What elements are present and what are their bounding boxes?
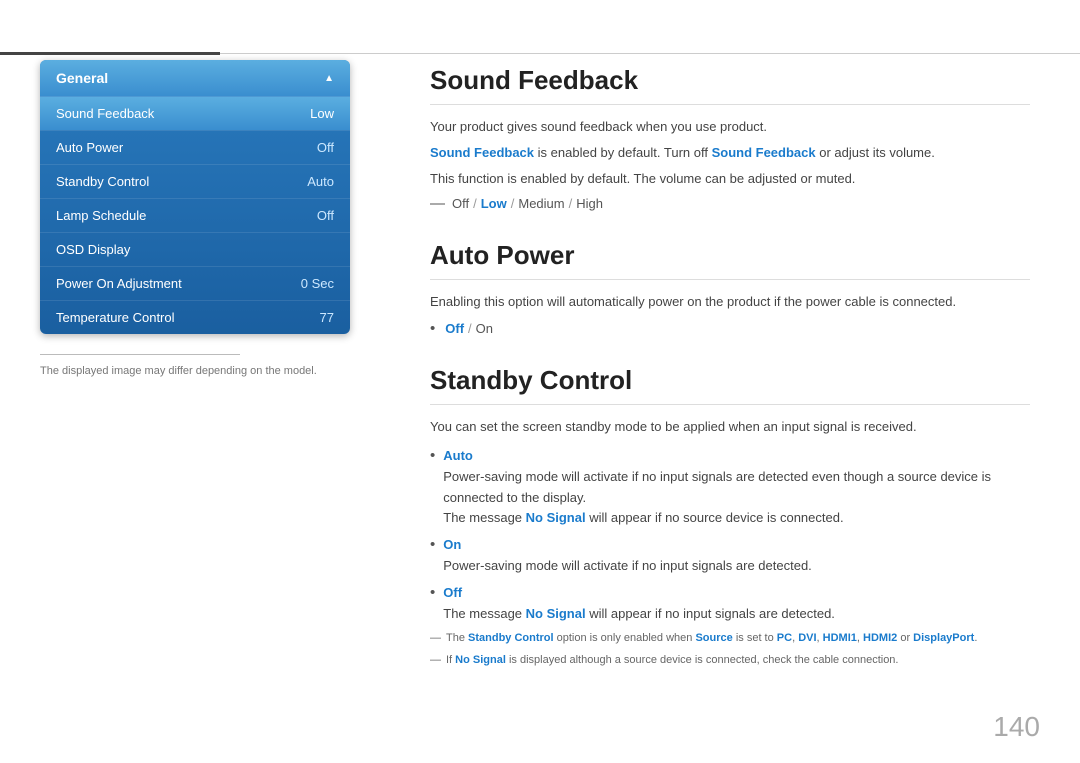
sf-opt-medium: Medium bbox=[518, 196, 564, 211]
menu-item-value-2: Auto bbox=[307, 174, 334, 189]
menu-item-power-on-adjustment[interactable]: Power On Adjustment 0 Sec bbox=[40, 266, 350, 300]
sc-note-dvi: DVI bbox=[798, 632, 816, 644]
section-standby-control: Standby Control You can set the screen s… bbox=[430, 365, 1030, 668]
sf-dash: — bbox=[430, 195, 445, 212]
sc-note-hdmi1: HDMI1 bbox=[823, 632, 857, 644]
ap-para-1: Enabling this option will automatically … bbox=[430, 292, 1030, 313]
sf-highlight-2: Sound Feedback bbox=[712, 145, 816, 160]
menu-item-value-5: 0 Sec bbox=[301, 276, 334, 291]
sc-note-source: Source bbox=[695, 632, 732, 644]
sc-on-label: On bbox=[443, 537, 461, 552]
sc-bullets: • Auto Power-saving mode will activate i… bbox=[430, 446, 1030, 624]
top-bar-light bbox=[220, 53, 1080, 54]
section-title-auto-power: Auto Power bbox=[430, 240, 1030, 280]
sf-para-2: Sound Feedback is enabled by default. Tu… bbox=[430, 143, 1030, 164]
sf-opt-high: High bbox=[576, 196, 603, 211]
menu-item-value-3: Off bbox=[317, 208, 334, 223]
right-panel: Sound Feedback Your product gives sound … bbox=[380, 0, 1080, 763]
menu-item-auto-power[interactable]: Auto Power Off bbox=[40, 130, 350, 164]
sc-note-2: — If No Signal is displayed although a s… bbox=[430, 652, 1030, 669]
menu-item-label-2: Standby Control bbox=[56, 174, 149, 189]
left-divider bbox=[40, 354, 240, 355]
sc-note-standby: Standby Control bbox=[468, 632, 554, 644]
sc-bullet-content-auto: Auto Power-saving mode will activate if … bbox=[443, 446, 1030, 529]
top-bar bbox=[0, 52, 1080, 54]
menu-header-arrow: ▲ bbox=[324, 73, 334, 84]
section-title-sound-feedback: Sound Feedback bbox=[430, 65, 1030, 105]
menu-item-lamp-schedule[interactable]: Lamp Schedule Off bbox=[40, 198, 350, 232]
sc-note-hdmi2: HDMI2 bbox=[863, 632, 897, 644]
menu-item-label-1: Auto Power bbox=[56, 140, 123, 155]
sc-auto-label: Auto bbox=[443, 448, 473, 463]
menu-item-sound-feedback[interactable]: Sound Feedback Low bbox=[40, 96, 350, 130]
sc-note-1: — The Standby Control option is only ena… bbox=[430, 630, 1030, 647]
section-sound-feedback: Sound Feedback Your product gives sound … bbox=[430, 65, 1030, 212]
menu-item-label-3: Lamp Schedule bbox=[56, 208, 146, 223]
section-title-standby-control: Standby Control bbox=[430, 365, 1030, 405]
ap-options: • Off / On bbox=[430, 319, 1030, 337]
page-number: 140 bbox=[993, 711, 1040, 743]
sc-note-displayport: DisplayPort bbox=[913, 632, 974, 644]
left-note: The displayed image may differ depending… bbox=[40, 365, 350, 377]
sc-bullet-auto: • Auto Power-saving mode will activate i… bbox=[430, 446, 1030, 529]
menu-item-value-0: Low bbox=[310, 106, 334, 121]
ap-bullet: • bbox=[430, 320, 435, 337]
sc-note-dash-2: — bbox=[430, 652, 441, 669]
sc-note-pc: PC bbox=[777, 632, 792, 644]
menu-item-label-5: Power On Adjustment bbox=[56, 276, 182, 291]
sc-bullet-dot-on: • bbox=[430, 536, 435, 553]
menu-item-label-0: Sound Feedback bbox=[56, 106, 154, 121]
menu-item-value-6: 77 bbox=[320, 310, 334, 325]
sf-para-3: This function is enabled by default. The… bbox=[430, 169, 1030, 190]
ap-opt-off: Off bbox=[445, 321, 464, 336]
menu-item-osd-display[interactable]: OSD Display bbox=[40, 232, 350, 266]
left-panel: General ▲ Sound Feedback Low Auto Power … bbox=[0, 0, 380, 763]
top-bar-dark bbox=[0, 52, 220, 55]
page-container: General ▲ Sound Feedback Low Auto Power … bbox=[0, 0, 1080, 763]
menu-container: General ▲ Sound Feedback Low Auto Power … bbox=[40, 60, 350, 334]
sc-bullet-on: • On Power-saving mode will activate if … bbox=[430, 535, 1030, 577]
sf-highlight-1: Sound Feedback bbox=[430, 145, 534, 160]
sc-bullet-dot-auto: • bbox=[430, 447, 435, 464]
menu-item-standby-control[interactable]: Standby Control Auto bbox=[40, 164, 350, 198]
menu-header: General ▲ bbox=[40, 60, 350, 96]
menu-item-label-6: Temperature Control bbox=[56, 310, 175, 325]
sc-off-label: Off bbox=[443, 585, 462, 600]
section-auto-power: Auto Power Enabling this option will aut… bbox=[430, 240, 1030, 337]
sc-bullet-off: • Off The message No Signal will appear … bbox=[430, 583, 1030, 625]
sc-note-dash-1: — bbox=[430, 630, 441, 647]
sc-no-signal-1: No Signal bbox=[526, 510, 586, 525]
menu-header-label: General bbox=[56, 70, 108, 86]
sc-no-signal-2: No Signal bbox=[526, 606, 586, 621]
sf-opt-low: Low bbox=[481, 196, 507, 211]
menu-item-label-4: OSD Display bbox=[56, 242, 130, 257]
ap-opt-on: On bbox=[476, 321, 493, 336]
sc-bullet-content-on: On Power-saving mode will activate if no… bbox=[443, 535, 812, 577]
sc-bullet-dot-off: • bbox=[430, 584, 435, 601]
sc-note-nosignal: No Signal bbox=[455, 654, 506, 666]
menu-item-temperature-control[interactable]: Temperature Control 77 bbox=[40, 300, 350, 334]
menu-item-value-1: Off bbox=[317, 140, 334, 155]
sc-bullet-content-off: Off The message No Signal will appear if… bbox=[443, 583, 835, 625]
sf-options: — Off / Low / Medium / High bbox=[430, 195, 1030, 212]
sc-para-1: You can set the screen standby mode to b… bbox=[430, 417, 1030, 438]
sf-para-1: Your product gives sound feedback when y… bbox=[430, 117, 1030, 138]
sf-opt-off: Off bbox=[452, 196, 469, 211]
